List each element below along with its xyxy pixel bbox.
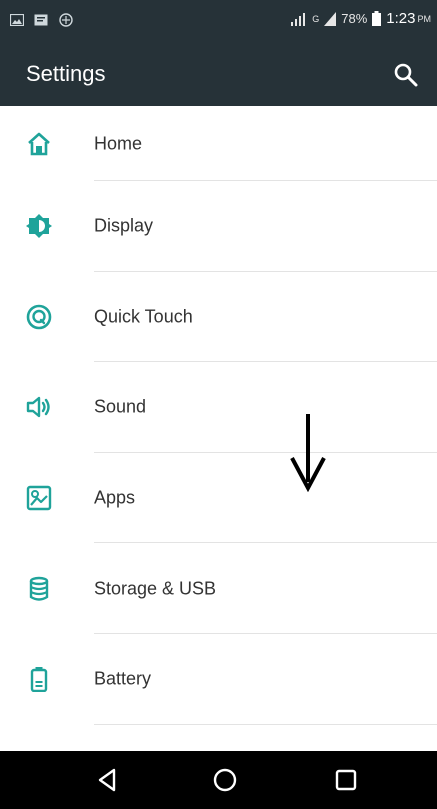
settings-list: Home Display Quick Touch Sound Apps Stor… bbox=[0, 106, 437, 725]
battery-percent: 78% bbox=[341, 11, 368, 26]
settings-item-quick-touch[interactable]: Quick Touch bbox=[0, 272, 437, 363]
storage-icon bbox=[29, 576, 49, 601]
settings-item-home[interactable]: Home bbox=[0, 106, 437, 181]
notification-icons bbox=[10, 12, 74, 28]
settings-item-label: Battery bbox=[94, 668, 152, 689]
settings-item-sound[interactable]: Sound bbox=[0, 362, 437, 453]
settings-item-label: Display bbox=[94, 215, 154, 236]
settings-item-apps[interactable]: Apps bbox=[0, 453, 437, 544]
battery-icon bbox=[30, 667, 48, 693]
apps-icon bbox=[26, 485, 52, 511]
clock-ampm: PM bbox=[417, 13, 432, 24]
settings-item-display[interactable]: Display bbox=[0, 181, 437, 272]
settings-item-label: Home bbox=[94, 133, 143, 153]
recent-apps-button[interactable] bbox=[330, 764, 362, 796]
home-icon bbox=[28, 132, 50, 155]
scroll-down-arrow-icon bbox=[290, 414, 326, 492]
message-notification-icon bbox=[34, 14, 48, 26]
quick-touch-icon bbox=[26, 304, 52, 330]
settings-item-label: Storage & USB bbox=[94, 578, 217, 599]
divider bbox=[94, 723, 437, 725]
recent-apps-square-icon bbox=[335, 769, 357, 791]
navigation-bar bbox=[0, 751, 437, 809]
home-button[interactable] bbox=[209, 764, 241, 796]
search-button[interactable] bbox=[391, 60, 421, 90]
speaker-icon bbox=[26, 397, 50, 418]
data-signal-icon bbox=[324, 11, 337, 26]
network-type-label: G bbox=[312, 13, 320, 24]
sync-notification-icon bbox=[59, 13, 73, 27]
brightness-icon bbox=[26, 214, 52, 239]
settings-item-label: Quick Touch bbox=[94, 306, 193, 327]
settings-item-label: Sound bbox=[94, 396, 147, 417]
back-triangle-icon bbox=[98, 768, 116, 792]
image-notification-icon bbox=[10, 14, 24, 26]
signal-icon bbox=[291, 12, 306, 26]
back-button[interactable] bbox=[92, 764, 124, 796]
status-indicators: G 78% 1:23 PM bbox=[289, 10, 431, 27]
settings-item-label: Apps bbox=[94, 487, 136, 508]
app-bar: Settings bbox=[0, 44, 437, 106]
page-title: Settings bbox=[26, 61, 106, 86]
home-circle-icon bbox=[213, 768, 237, 792]
clock: 1:23 bbox=[386, 10, 416, 27]
search-icon bbox=[394, 63, 418, 87]
settings-item-battery[interactable]: Battery bbox=[0, 634, 437, 725]
battery-status-icon bbox=[372, 11, 382, 26]
settings-item-storage[interactable]: Storage & USB bbox=[0, 543, 437, 634]
status-bar: G 78% 1:23 PM bbox=[0, 0, 437, 44]
settings-screen: G 78% 1:23 PM Settings Home Display Quic… bbox=[0, 0, 437, 809]
